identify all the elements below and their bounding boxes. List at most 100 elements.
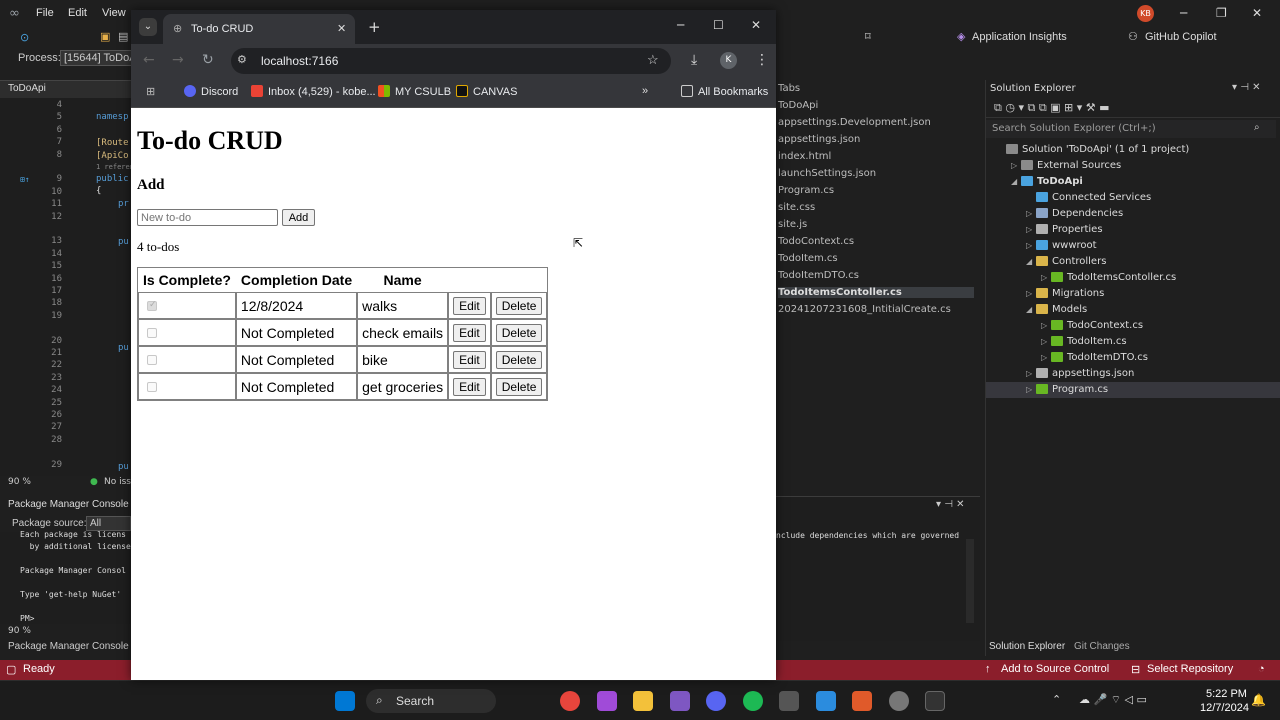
windows-start-icon[interactable] <box>335 691 355 711</box>
discord-icon[interactable] <box>706 691 726 711</box>
collapsed-arrow-icon[interactable]: ▷ <box>1041 337 1051 346</box>
tree-item[interactable]: ▷ Dependencies <box>986 206 1280 222</box>
edit-button[interactable]: Edit <box>453 377 486 396</box>
new-todo-input[interactable] <box>137 209 278 226</box>
close-icon[interactable]: ✕ <box>1252 6 1262 20</box>
app-icon[interactable] <box>852 691 872 711</box>
copilot-icon[interactable]: ⚇ <box>1128 30 1138 43</box>
expanded-arrow-icon[interactable]: ◢ <box>1026 305 1036 314</box>
edit-button[interactable]: Edit <box>453 350 486 369</box>
vscode-icon[interactable] <box>816 691 836 711</box>
edit-button[interactable]: Edit <box>453 323 486 342</box>
menu-view[interactable]: View <box>102 7 126 19</box>
complete-checkbox[interactable] <box>147 327 157 338</box>
complete-checkbox[interactable] <box>147 299 157 311</box>
open-file-item[interactable]: launchSettings.json <box>778 168 876 179</box>
address-bar[interactable]: ⚙ localhost:7166 ☆ <box>231 48 671 74</box>
notifications-icon[interactable]: ◔ <box>1258 663 1265 675</box>
chrome-icon[interactable] <box>560 691 580 711</box>
browser-minimize-icon[interactable]: ─ <box>677 18 684 32</box>
tab-solution-explorer[interactable]: Solution Explorer <box>989 641 1065 652</box>
reload-icon[interactable]: ↻ <box>202 52 214 68</box>
open-file-item[interactable]: appsettings.Development.json <box>778 117 931 128</box>
apps-grid-icon[interactable]: ⊞ <box>146 85 155 98</box>
tree-item[interactable]: ▷ TodoItem.cs <box>986 334 1280 350</box>
delete-button[interactable]: Delete <box>495 377 543 396</box>
back-arrow-icon[interactable]: ← <box>143 52 155 68</box>
forward-arrow-icon[interactable]: → <box>172 52 184 68</box>
tree-item[interactable]: ▷ Migrations <box>986 286 1280 302</box>
no-issues-label[interactable]: No iss <box>104 477 131 487</box>
code-editor[interactable]: 4 5 6 7 8 9 10 11 12 13 14 15 16 17 18 19 20 21 22 23 24 25 26… <box>0 98 138 476</box>
pane-pin-icon[interactable]: ▾ ⊣ ✕ <box>936 499 964 510</box>
back-icon[interactable]: ⊙ <box>20 31 29 44</box>
search-icon[interactable]: ⌕ <box>1254 122 1260 133</box>
delete-button[interactable]: Delete <box>495 323 543 342</box>
complete-checkbox[interactable] <box>147 354 157 365</box>
breakpoint-indicator-icon[interactable]: ⊞↑ <box>20 175 30 184</box>
tree-item[interactable]: ◢ Controllers <box>986 254 1280 270</box>
tree-item[interactable]: ▷ appsettings.json <box>986 366 1280 382</box>
kebab-menu-icon[interactable]: ⋮ <box>755 52 769 68</box>
snipping-tool-icon[interactable] <box>779 691 799 711</box>
collapsed-arrow-icon[interactable]: ▷ <box>1041 321 1051 330</box>
open-file-item[interactable]: Tabs <box>778 83 800 94</box>
collapsed-arrow-icon[interactable]: ▷ <box>1026 209 1036 218</box>
bookmark-icon[interactable]: ⌑ <box>865 30 871 43</box>
more-bookmarks-icon[interactable]: » <box>642 85 648 97</box>
app-insights-label[interactable]: Application Insights <box>972 31 1067 43</box>
expanded-arrow-icon[interactable]: ◢ <box>1026 257 1036 266</box>
open-file-item[interactable]: ToDoApi <box>778 100 818 111</box>
browser-close-icon[interactable]: ✕ <box>751 18 761 32</box>
tab-git-changes[interactable]: Git Changes <box>1074 641 1130 652</box>
collapsed-arrow-icon[interactable]: ▷ <box>1026 385 1036 394</box>
tree-item[interactable]: Solution 'ToDoApi' (1 of 1 project) <box>986 142 1280 158</box>
tree-item[interactable]: ▷ wwwroot <box>986 238 1280 254</box>
tree-item[interactable]: ◢ Models <box>986 302 1280 318</box>
collapsed-arrow-icon[interactable]: ▷ <box>1026 225 1036 234</box>
tree-item[interactable]: ◢ ToDoApi <box>986 174 1280 190</box>
complete-checkbox[interactable] <box>147 381 157 392</box>
copilot-app-icon[interactable] <box>597 691 617 711</box>
collapsed-arrow-icon[interactable]: ▷ <box>1026 369 1036 378</box>
open-file-item[interactable]: TodoItem.cs <box>778 253 838 264</box>
open-file-item[interactable]: 20241207231608_IntitialCreate.cs <box>778 304 951 315</box>
open-file-item[interactable]: site.js <box>778 219 807 230</box>
tree-item[interactable]: ▷ TodoContext.cs <box>986 318 1280 334</box>
tree-item[interactable]: Connected Services <box>986 190 1280 206</box>
open-file-item[interactable]: TodoContext.cs <box>778 236 854 247</box>
restore-icon[interactable]: ❐ <box>1216 6 1227 20</box>
open-file-item[interactable]: Program.cs <box>778 185 834 196</box>
menu-file[interactable]: File <box>36 7 54 19</box>
code-file-tab[interactable]: ToDoApi <box>0 80 131 98</box>
bookmark-star-icon[interactable]: ☆ <box>647 52 659 68</box>
select-repository[interactable]: Select Repository <box>1147 663 1233 675</box>
pmc-console-output[interactable]: Each package is licens by additional lic… <box>0 530 131 624</box>
collapsed-arrow-icon[interactable]: ▷ <box>1026 289 1036 298</box>
notification-bell-icon[interactable]: 🔔 <box>1251 693 1266 707</box>
pmc-footer-tab[interactable]: Package Manager Console <box>0 640 131 654</box>
open-file-item[interactable]: index.html <box>778 151 831 162</box>
terminal-icon[interactable] <box>925 691 945 711</box>
solution-explorer-search[interactable]: Search Solution Explorer (Ctrl+;) <box>986 120 1276 138</box>
app-insights-icon[interactable]: ◈ <box>957 30 965 43</box>
output-scrollbar[interactable] <box>966 539 974 623</box>
new-tab-icon[interactable]: + <box>368 18 381 36</box>
tray-icons[interactable]: ☁ 🎤 ⌔ ◁ ▭ <box>1079 693 1147 707</box>
minimize-icon[interactable]: ─ <box>1180 6 1187 20</box>
taskbar-search[interactable]: ⌕ Search <box>366 689 496 713</box>
download-icon[interactable]: ⤓ <box>691 52 697 68</box>
add-button[interactable]: Add <box>282 209 315 226</box>
bookmark-csulb[interactable]: MY CSULB <box>378 85 451 98</box>
file-explorer-icon[interactable] <box>633 691 653 711</box>
collapsed-arrow-icon[interactable]: ▷ <box>1026 241 1036 250</box>
tree-item[interactable]: ▷ TodoItemsContoller.cs <box>986 270 1280 286</box>
bookmark-gmail[interactable]: Inbox (4,529) - kobe... <box>251 85 376 98</box>
taskbar-time[interactable]: 5:22 PM <box>1206 688 1247 700</box>
tray-chevron-icon[interactable]: ⌃ <box>1052 693 1061 706</box>
save-icon[interactable]: ▤ <box>118 30 128 43</box>
spotify-icon[interactable] <box>743 691 763 711</box>
delete-button[interactable]: Delete <box>495 350 543 369</box>
se-window-controls-icon[interactable]: ▾ ⊣ ✕ <box>1232 82 1260 93</box>
copilot-label[interactable]: GitHub Copilot <box>1145 31 1217 43</box>
